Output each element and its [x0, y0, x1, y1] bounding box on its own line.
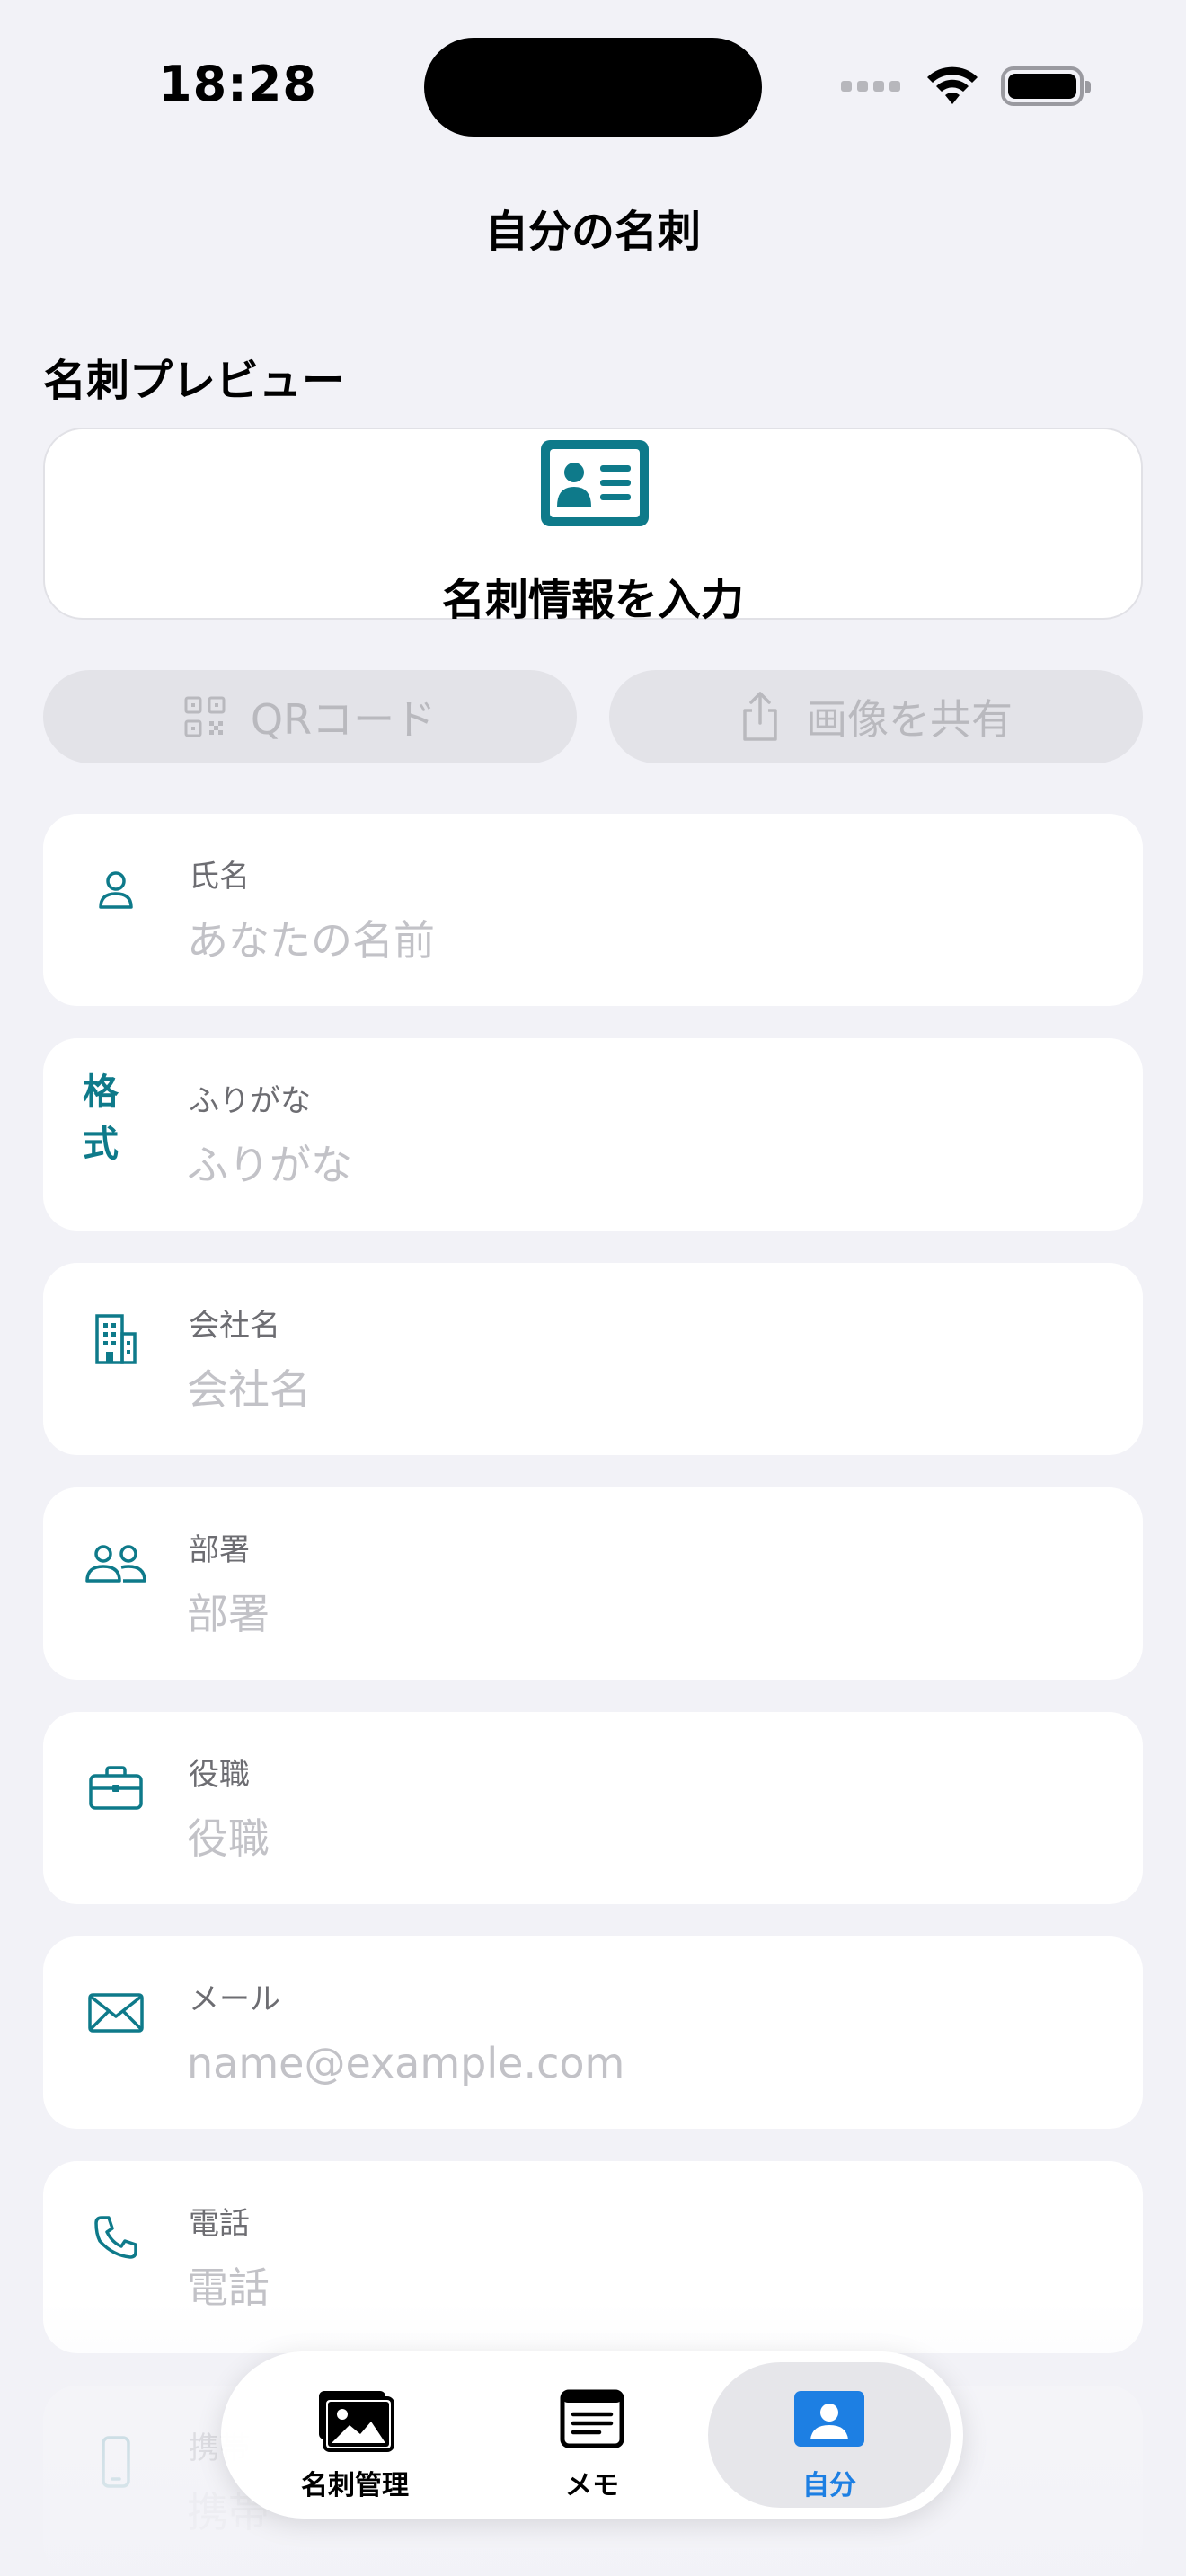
status-indicators	[841, 65, 1091, 108]
furigana-input[interactable]	[187, 1132, 1103, 1198]
dynamic-island	[424, 38, 762, 137]
title-field-card[interactable]: 役職	[43, 1712, 1143, 1904]
share-image-button[interactable]: 画像を共有	[609, 670, 1143, 763]
business-card-preview[interactable]: 名刺情報を入力	[43, 428, 1143, 625]
qr-code-button[interactable]: QRコード	[43, 670, 577, 763]
memo-icon	[471, 2389, 713, 2454]
department-label: 部署	[189, 1532, 250, 1568]
envelope-icon	[83, 1980, 149, 2046]
company-label: 会社名	[189, 1308, 280, 1344]
signal-icon	[841, 81, 900, 92]
section-title-preview: 名刺プレビュー	[43, 356, 346, 406]
title-label: 役職	[189, 1757, 250, 1793]
department-field-card[interactable]: 部署	[43, 1487, 1143, 1680]
department-input[interactable]	[187, 1581, 1103, 1647]
page-title: 自分の名刺	[484, 207, 701, 257]
furigana-icon: 格式	[83, 1072, 119, 1165]
tab-memo-label: メモ	[565, 2470, 619, 2501]
qr-code-label: QRコード	[250, 695, 437, 744]
title-input[interactable]	[187, 1805, 1103, 1872]
phone-label: 電話	[189, 2206, 250, 2242]
photo-stack-icon	[234, 2389, 476, 2454]
tab-bar: 名刺管理 メモ 自分	[221, 2351, 963, 2519]
qr-code-icon	[184, 696, 226, 737]
tab-card-management[interactable]: 名刺管理	[234, 2362, 476, 2508]
preview-placeholder-text: 名刺情報を入力	[441, 575, 744, 625]
person-icon	[83, 857, 149, 923]
tab-self-label: 自分	[802, 2470, 856, 2501]
tab-memo[interactable]: メモ	[471, 2362, 713, 2508]
share-image-label: 画像を共有	[806, 695, 1013, 744]
name-label: 氏名	[189, 859, 250, 895]
tab-card-management-label: 名刺管理	[301, 2470, 409, 2501]
building-icon	[83, 1306, 149, 1372]
email-field-card[interactable]: メール	[43, 1936, 1143, 2129]
people-icon	[83, 1531, 149, 1597]
screen: 18:28 自分の名刺 名刺プレビュー 名刺情報を入力 QRコード 画像を共有 …	[0, 0, 1186, 2576]
email-input[interactable]	[187, 2030, 1103, 2096]
email-label: メール	[189, 1981, 280, 2017]
wifi-icon	[927, 66, 978, 104]
furigana-label: ふりがな	[189, 1083, 311, 1119]
furigana-field-card[interactable]: 格式 ふりがな	[43, 1038, 1143, 1231]
contact-card-icon	[541, 440, 649, 526]
name-input[interactable]	[187, 907, 1103, 974]
briefcase-icon	[83, 1755, 149, 1822]
share-icon	[743, 692, 777, 741]
tab-self[interactable]: 自分	[708, 2362, 951, 2508]
battery-icon	[1001, 66, 1091, 106]
phone-icon	[83, 2204, 149, 2271]
company-field-card[interactable]: 会社名	[43, 1263, 1143, 1455]
person-card-icon	[708, 2389, 951, 2454]
status-time: 18:28	[158, 56, 317, 112]
name-field-card[interactable]: 氏名	[43, 814, 1143, 1006]
company-input[interactable]	[187, 1356, 1103, 1423]
